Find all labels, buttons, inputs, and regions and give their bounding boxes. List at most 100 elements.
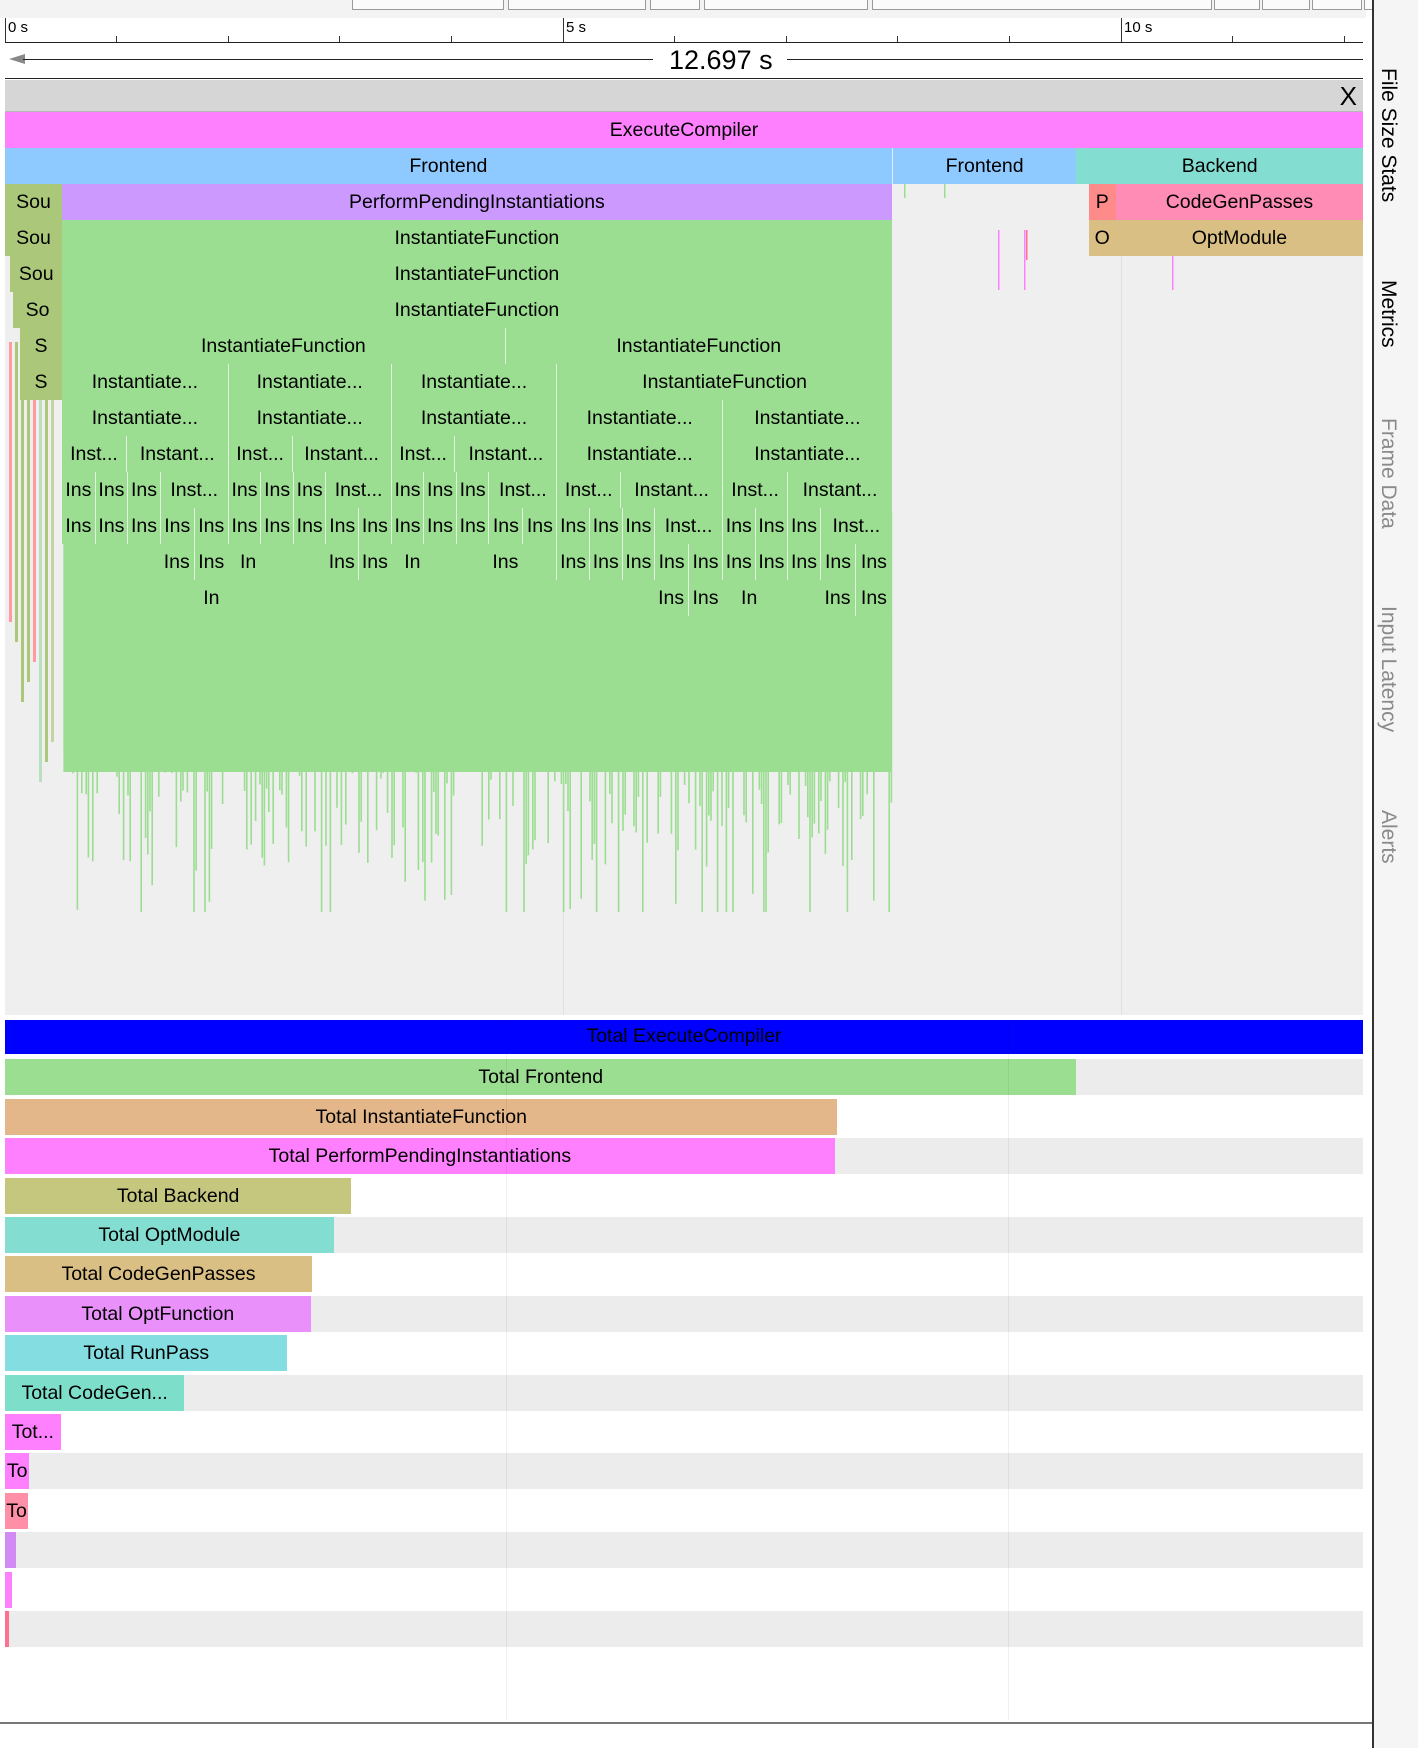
flame-block[interactable]: Ins (227, 508, 261, 544)
totals-bar[interactable]: Total OptFunction (5, 1295, 311, 1332)
flame-block[interactable]: Ins (423, 472, 456, 508)
flame-block[interactable]: OptModule (1115, 220, 1363, 256)
flame-block[interactable]: Ins (488, 544, 523, 580)
flame-block[interactable]: Instantiate... (722, 400, 892, 436)
tab-frame-data[interactable]: Frame Data (1376, 418, 1400, 529)
flame-block[interactable]: Inst... (227, 436, 292, 472)
flame-block[interactable]: Ins (488, 508, 523, 544)
totals-bar[interactable]: Total PerformPendingInstantiations (5, 1138, 835, 1175)
flame-block[interactable]: Ins (722, 508, 755, 544)
flame-block[interactable]: Inst... (654, 508, 722, 544)
flame-block[interactable]: Instantiate... (62, 400, 228, 436)
flame-block[interactable]: Ins (62, 472, 95, 508)
flame-block[interactable]: Ins (754, 508, 788, 544)
flame-block[interactable]: Inst... (488, 472, 557, 508)
flame-block[interactable]: Ins (855, 580, 892, 616)
time-ruler[interactable]: 0 s 5 s 10 s (5, 18, 1363, 43)
flame-block[interactable]: PerformPendingInstantiations (62, 184, 892, 220)
flame-block[interactable]: Sou (5, 220, 63, 256)
flame-block[interactable]: Ins (193, 544, 228, 580)
toolbar-button[interactable] (1214, 0, 1260, 10)
flame-block[interactable]: Instantiate... (390, 400, 557, 436)
flame-block[interactable]: Ins (390, 508, 424, 544)
flame-block[interactable]: Inst... (819, 508, 892, 544)
flame-block[interactable]: Ins (754, 544, 788, 580)
totals-bar[interactable]: Tot... (5, 1414, 61, 1450)
tab-metrics[interactable]: Metrics (1376, 280, 1400, 348)
flame-block[interactable]: Sou (10, 256, 63, 292)
flame-block[interactable]: Ins (787, 508, 820, 544)
flame-block[interactable]: Ins (325, 544, 359, 580)
flame-block[interactable]: Ins (260, 472, 293, 508)
flame-graph[interactable]: ExecuteCompiler Frontend Frontend Backend So… (5, 112, 1363, 1015)
flame-block[interactable]: Ins (127, 508, 160, 544)
flame-block[interactable]: Ins (159, 508, 194, 544)
flame-block[interactable]: Frontend (5, 148, 892, 184)
toolbar-button[interactable] (1262, 0, 1310, 10)
flame-block[interactable]: Instantiate... (556, 436, 723, 472)
toolbar-button[interactable] (1312, 0, 1362, 10)
flame-block[interactable]: InstantiateFunction (62, 220, 892, 256)
toolbar-button[interactable] (704, 0, 868, 10)
tab-file-size-stats[interactable]: File Size Stats (1376, 68, 1400, 202)
flame-block[interactable]: Ins (621, 544, 655, 580)
totals-bar[interactable]: Total Frontend (5, 1059, 1077, 1096)
flame-block[interactable]: InstantiateFunction (62, 292, 892, 328)
flame-block[interactable]: Instantiate... (722, 436, 892, 472)
flame-block[interactable]: S (19, 328, 63, 364)
totals-bar[interactable] (5, 1571, 12, 1608)
flame-block[interactable]: In (398, 544, 426, 580)
totals-bar[interactable]: Total RunPass (5, 1335, 288, 1372)
flame-block[interactable]: Ins (292, 472, 326, 508)
flame-block[interactable]: Ins (819, 580, 856, 616)
totals-bar[interactable]: Total CodeGen... (5, 1374, 185, 1411)
flame-block[interactable]: Ins (688, 544, 722, 580)
totals-bar[interactable]: To (5, 1453, 30, 1490)
flame-block[interactable]: Instant... (454, 436, 557, 472)
tab-alerts[interactable]: Alerts (1376, 810, 1400, 864)
totals-bar[interactable]: Total OptModule (5, 1217, 334, 1253)
totals-bar[interactable] (5, 1532, 16, 1569)
flame-block[interactable]: Ins (390, 472, 424, 508)
flame-block[interactable]: Ins (94, 472, 128, 508)
flame-block[interactable]: Ins (325, 508, 359, 544)
toolbar-button[interactable] (508, 0, 646, 10)
flame-block[interactable]: Ins (855, 544, 892, 580)
flame-block[interactable]: Ins (423, 508, 456, 544)
flame-block[interactable]: In (197, 580, 225, 616)
flame-block[interactable]: In (735, 580, 763, 616)
flame-block[interactable]: Ins (787, 544, 820, 580)
flame-block[interactable]: Inst... (390, 436, 455, 472)
flame-block[interactable]: InstantiateFunction (504, 328, 892, 364)
flame-block[interactable]: Ins (94, 508, 128, 544)
flame-block[interactable]: In (234, 544, 262, 580)
flame-block[interactable]: Instantiate... (227, 400, 391, 436)
totals-bar[interactable]: Total CodeGenPasses (5, 1256, 312, 1293)
flame-block[interactable]: P (1088, 184, 1116, 220)
flame-block[interactable]: Inst... (556, 472, 621, 508)
flame-block[interactable]: Ins (227, 472, 261, 508)
flame-block[interactable]: Ins (588, 508, 622, 544)
flame-block[interactable]: Ins (556, 508, 589, 544)
flame-block[interactable]: Ins (819, 544, 856, 580)
flame-block[interactable]: Sou (5, 184, 63, 220)
totals-bar[interactable] (5, 1611, 10, 1647)
flame-block[interactable]: Inst... (159, 472, 228, 508)
flame-block[interactable]: Instant... (291, 436, 391, 472)
flame-block[interactable]: Ins (358, 508, 391, 544)
flame-block[interactable]: Ins (260, 508, 293, 544)
flame-block[interactable]: Ins (654, 580, 689, 616)
flame-block[interactable]: Ins (193, 508, 228, 544)
flame-block[interactable]: Ins (455, 508, 489, 544)
flame-block[interactable]: Inst... (722, 472, 788, 508)
totals-bar[interactable]: To (5, 1492, 29, 1529)
flame-block[interactable]: Ins (588, 544, 622, 580)
flame-block[interactable]: Instant... (787, 472, 892, 508)
flame-block[interactable]: InstantiateFunction (62, 328, 505, 364)
flame-block[interactable]: Instantiate... (62, 364, 228, 400)
flame-block[interactable]: Ins (621, 508, 655, 544)
flame-block[interactable]: Instantiate... (556, 400, 723, 436)
flame-block[interactable]: So (13, 292, 63, 328)
close-button[interactable]: X (1340, 81, 1357, 111)
flame-block[interactable]: Ins (556, 544, 589, 580)
